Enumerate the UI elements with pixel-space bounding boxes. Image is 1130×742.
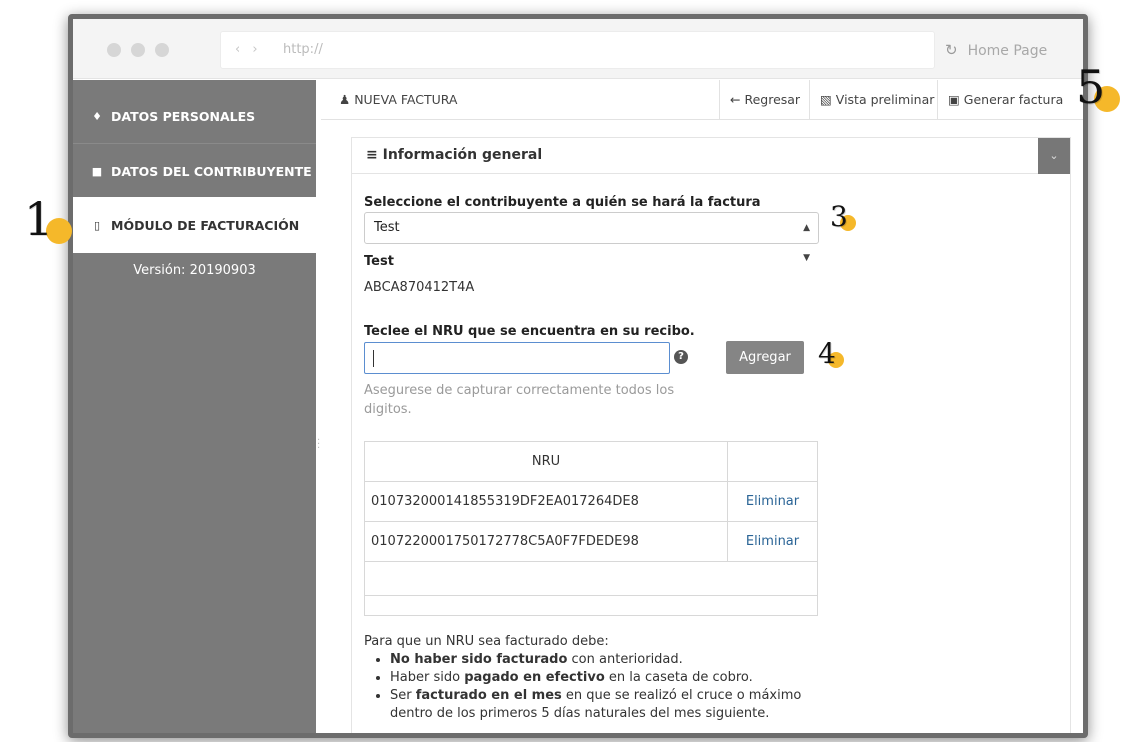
contribuyente-select[interactable]: Test ▲ ▼ <box>364 212 819 263</box>
contribuyente-select-value: Test <box>374 220 400 235</box>
callout-marker-4: 4 <box>818 337 844 370</box>
users-icon: ■ <box>91 165 103 178</box>
sidebar-item-label: DATOS DEL CONTRIBUYENTE <box>111 164 312 179</box>
sidebar-item-label: MÓDULO DE FACTURACIÓN <box>111 217 300 233</box>
sidebar-item-label: DATOS PERSONALES <box>111 108 256 124</box>
nru-column-header: NRU <box>364 441 728 482</box>
callout-marker-5: 5 <box>1076 64 1120 112</box>
page-title-label: NUEVA FACTURA <box>354 92 458 107</box>
nru-cell: 010732000141855319DF2EA017264DE8 <box>364 481 728 522</box>
preview-button-label: Vista preliminar <box>835 92 935 107</box>
rules-intro: Para que un NRU sea facturado debe: <box>364 634 609 649</box>
marker-number: 5 <box>1076 60 1106 114</box>
back-button-label: Regresar <box>744 92 801 107</box>
rule-text: Haber sido <box>390 670 465 685</box>
version-text: Versión: 20190903 <box>133 263 256 278</box>
address-bar[interactable]: ‹ › http:// <box>220 31 935 69</box>
menu-icon: ≡ <box>366 147 383 163</box>
table-row: 0107220001750172778C5A0F7FDEDE98 Elimina… <box>364 521 818 562</box>
reload-icon[interactable]: ↻ <box>945 41 958 59</box>
nru-label: Teclee el NRU que se encuentra en su rec… <box>364 324 695 339</box>
document-icon: ▧ <box>820 92 836 107</box>
person-icon: ♟ <box>339 92 355 107</box>
home-page-label: Home Page <box>967 43 1048 59</box>
table-header-row: NRU <box>364 441 818 482</box>
rule-text: con anterioridad. <box>567 652 683 667</box>
contrib-rfc: ABCA870412T4A <box>364 280 475 295</box>
action-cell: Eliminar <box>727 481 818 522</box>
marker-number: 4 <box>818 337 836 370</box>
page-title: ♟ NUEVA FACTURA <box>339 92 457 107</box>
nru-rules: Para que un NRU sea facturado debe: No h… <box>364 633 824 723</box>
rule-bold: No haber sido facturado <box>390 652 568 667</box>
rule-bold: pagado en efectivo <box>464 670 605 685</box>
empty-cell <box>364 595 818 616</box>
rule-text: Ser <box>390 688 416 703</box>
rule-text: en la caseta de cobro. <box>604 670 753 685</box>
table-row-empty <box>364 595 818 616</box>
delete-link[interactable]: Eliminar <box>746 494 799 509</box>
action-toolbar: ♟ NUEVA FACTURA ← Regresar ▧ Vista preli… <box>321 80 1083 120</box>
callout-marker-1: 1 <box>24 196 72 244</box>
file-icon: ▯ <box>93 218 101 232</box>
arrow-left-icon: ← <box>730 92 745 107</box>
panel-title: ≡ Información general <box>366 147 542 163</box>
url-text[interactable]: http:// <box>283 32 323 68</box>
chevron-down-icon: ⌄ <box>1049 149 1059 162</box>
help-icon[interactable]: ? <box>674 350 688 364</box>
callout-marker-3: 3 <box>830 200 856 233</box>
rule-item: Ser facturado en el mes en que se realiz… <box>390 687 824 723</box>
action-column-header <box>727 441 818 482</box>
panel-header: ≡ Información general ⌄ <box>352 138 1070 174</box>
window-close-dot[interactable] <box>107 43 121 57</box>
text-caret <box>373 350 374 367</box>
marker-number: 1 <box>24 192 54 246</box>
browser-chrome: ‹ › http:// ↻ Home Page <box>73 19 1083 79</box>
browser-window: ‹ › http:// ↻ Home Page ♦ DATOS PERSONALE… <box>68 14 1088 738</box>
table-row: 010732000141855319DF2EA017264DE8 Elimina… <box>364 481 818 522</box>
info-panel: ≡ Información general ⌄ Seleccione el co… <box>351 137 1071 733</box>
rule-item: No haber sido facturado con anterioridad… <box>390 651 824 669</box>
nru-input[interactable] <box>364 342 670 374</box>
table-row-empty <box>364 561 818 596</box>
sidebar-item-datos-contribuyente[interactable]: ■ DATOS DEL CONTRIBUYENTE <box>73 143 316 199</box>
rule-item: Haber sido pagado en efectivo en la case… <box>390 669 824 687</box>
contribuyente-select-label: Seleccione el contribuyente a quién se h… <box>364 195 761 210</box>
save-icon: ▣ <box>948 92 964 107</box>
contrib-name: Test <box>364 254 394 269</box>
preview-button[interactable]: ▧ Vista preliminar <box>809 80 944 120</box>
nru-cell: 0107220001750172778C5A0F7FDEDE98 <box>364 521 728 562</box>
select-arrows-icon: ▲ ▼ <box>803 223 810 263</box>
rules-list: No haber sido facturado con anterioridad… <box>364 651 824 723</box>
resize-handle[interactable]: · · · <box>317 436 320 454</box>
sidebar-item-modulo-facturacion[interactable]: ▯ MÓDULO DE FACTURACIÓN <box>73 197 316 253</box>
back-button[interactable]: ← Regresar <box>719 80 810 120</box>
panel-title-label: Información general <box>382 147 543 163</box>
marker-number: 3 <box>830 200 848 233</box>
sidebar: ♦ DATOS PERSONALES ■ DATOS DEL CONTRIBUY… <box>73 80 316 733</box>
person-icon: ♦ <box>92 109 102 123</box>
nav-arrows-icon[interactable]: ‹ › <box>235 32 262 68</box>
window-minimize-dot[interactable] <box>131 43 145 57</box>
nru-hint: Asegurese de capturar correctamente todo… <box>364 383 675 417</box>
nru-table: NRU 010732000141855319DF2EA017264DE8 Eli… <box>364 441 818 616</box>
empty-cell <box>364 561 818 596</box>
window-maximize-dot[interactable] <box>155 43 169 57</box>
add-nru-button[interactable]: Agregar <box>726 341 804 374</box>
sidebar-item-datos-personales[interactable]: ♦ DATOS PERSONALES <box>73 88 316 144</box>
collapse-toggle[interactable]: ⌄ <box>1038 138 1070 174</box>
rule-bold: facturado en el mes <box>415 688 562 703</box>
delete-link[interactable]: Eliminar <box>746 534 799 549</box>
generate-button-label: Generar factura <box>963 92 1064 107</box>
action-cell: Eliminar <box>727 521 818 562</box>
home-page-link[interactable]: ↻ Home Page <box>945 41 1047 59</box>
generate-invoice-button[interactable]: ▣ Generar factura <box>937 80 1073 120</box>
